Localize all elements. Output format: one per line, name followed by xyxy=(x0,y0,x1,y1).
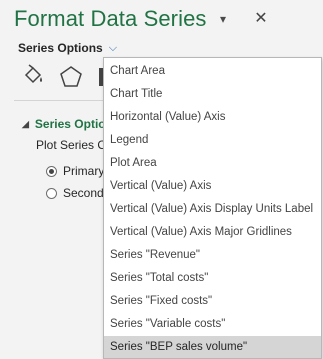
collapse-triangle-icon: ◢ xyxy=(22,118,29,129)
dropdown-item-plot-area[interactable]: Plot Area xyxy=(104,152,321,175)
background-area xyxy=(283,0,323,57)
chart-elements-dropdown-list: Chart Area Chart Title Horizontal (Value… xyxy=(103,57,322,359)
close-button[interactable]: ✕ xyxy=(251,9,271,29)
dropdown-item-series-total-costs[interactable]: Series "Total costs" xyxy=(104,267,321,290)
radio-button-unchecked[interactable] xyxy=(46,187,57,199)
pane-options-arrow-icon[interactable]: ▾ xyxy=(216,12,230,26)
pane-title: Format Data Series xyxy=(14,6,207,31)
dropdown-item-chart-title[interactable]: Chart Title xyxy=(104,83,321,106)
dropdown-item-major-gridlines[interactable]: Vertical (Value) Axis Major Gridlines xyxy=(104,221,321,244)
dropdown-item-legend[interactable]: Legend xyxy=(104,129,321,152)
dropdown-item-vertical-axis[interactable]: Vertical (Value) Axis xyxy=(104,175,321,198)
radio-button-checked[interactable] xyxy=(46,165,57,177)
plot-series-on-label: Plot Series On xyxy=(36,138,114,152)
series-options-label: Series Options xyxy=(18,41,103,55)
dropdown-item-chart-area[interactable]: Chart Area xyxy=(104,60,321,83)
dropdown-item-series-fixed-costs[interactable]: Series "Fixed costs" xyxy=(104,290,321,313)
tab-effects[interactable] xyxy=(58,64,84,90)
tab-fill-line[interactable] xyxy=(20,64,46,90)
dropdown-item-series-bep-sales-volume[interactable]: Series "BEP sales volume" xyxy=(104,336,321,358)
dropdown-item-series-revenue[interactable]: Series "Revenue" xyxy=(104,244,321,267)
pentagon-icon xyxy=(60,66,82,87)
paint-bucket-icon xyxy=(24,64,42,84)
series-options-dropdown[interactable]: Series Options ⌵ xyxy=(18,40,117,56)
dropdown-item-display-units-label[interactable]: Vertical (Value) Axis Display Units Labe… xyxy=(104,198,321,221)
dropdown-item-series-variable-costs[interactable]: Series "Variable costs" xyxy=(104,313,321,336)
dropdown-item-horizontal-axis[interactable]: Horizontal (Value) Axis xyxy=(104,106,321,129)
chevron-down-icon: ⌵ xyxy=(108,41,118,54)
